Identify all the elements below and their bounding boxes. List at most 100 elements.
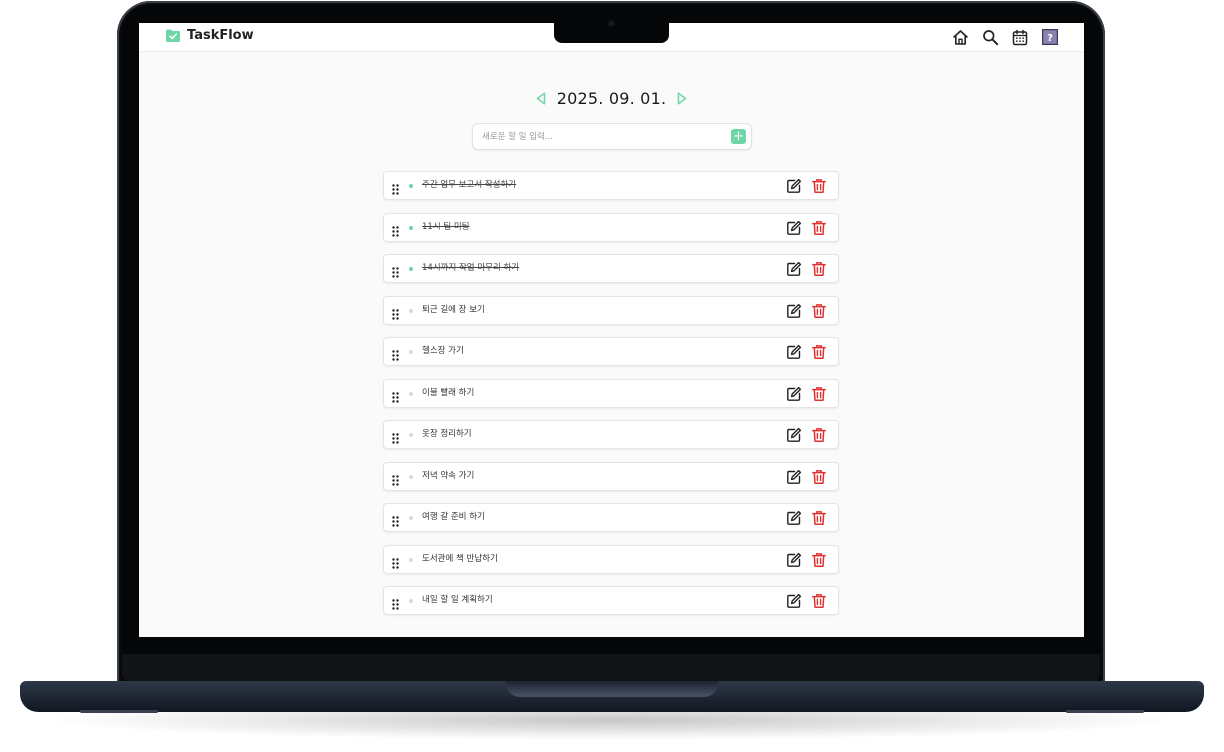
edit-button[interactable]: [786, 593, 802, 609]
delete-button[interactable]: [811, 344, 827, 360]
drag-handle-icon[interactable]: [392, 346, 399, 361]
task-text: 내일 할 일 계획하기: [422, 595, 493, 605]
task-item[interactable]: 11시 팀 미팅: [383, 212, 839, 242]
task-text: 저녁 약속 가기: [422, 470, 475, 481]
calendar-button[interactable]: [1010, 27, 1030, 47]
next-day-button[interactable]: [676, 91, 688, 105]
trash-icon: [811, 386, 827, 406]
screen: TaskFlow ? 2025. 09. 01. 새로운 할 일 입력... +…: [139, 23, 1084, 637]
edit-icon: [786, 178, 802, 198]
task-text: 14시까지 작업 마무리 하기: [422, 263, 520, 273]
chevron-left-icon: [536, 91, 546, 105]
edit-button[interactable]: [786, 220, 802, 236]
trash-icon: [811, 469, 827, 489]
drag-handle-icon[interactable]: [392, 471, 399, 486]
status-dot: [409, 474, 413, 479]
delete-button[interactable]: [811, 469, 827, 485]
edit-button[interactable]: [786, 552, 802, 568]
new-task-form: +: [472, 123, 752, 150]
task-list: 주간 업무 보고서 작성하기 11시 팀 미팅 14시까지 작업 마무리 하기퇴근 …: [383, 171, 839, 628]
drag-handle-icon[interactable]: [392, 263, 399, 278]
status-dot: [409, 184, 413, 188]
edit-icon: [786, 510, 802, 530]
delete-button[interactable]: [811, 303, 827, 319]
edit-icon: [786, 220, 802, 240]
drag-handle-icon[interactable]: [392, 305, 399, 320]
laptop-bezel-bottom: [122, 654, 1100, 682]
task-item[interactable]: 헬스장 가기: [383, 337, 839, 366]
task-item[interactable]: 도서관에 책 반납하기: [383, 544, 839, 574]
task-text: 이불 빨래 하기: [422, 387, 475, 398]
status-dot: [409, 557, 413, 562]
status-dot: [409, 308, 413, 313]
delete-button[interactable]: [811, 593, 827, 609]
camera: [608, 20, 615, 27]
edit-button[interactable]: [786, 510, 802, 526]
laptop-foot-right: [1066, 710, 1144, 713]
task-item[interactable]: 주간 업무 보고서 작성하기: [383, 171, 839, 200]
delete-button[interactable]: [811, 178, 827, 194]
task-item[interactable]: 내일 할 일 계획하기: [383, 586, 839, 615]
prev-day-button[interactable]: [535, 91, 547, 105]
delete-button[interactable]: [811, 261, 827, 277]
trash-icon: [811, 220, 827, 240]
trash-icon: [811, 262, 827, 281]
edit-icon: [786, 593, 802, 613]
folder-check-icon: [166, 29, 180, 42]
current-date: 2025. 09. 01.: [556, 88, 667, 108]
status-dot: [409, 433, 413, 437]
date-navigator: 2025. 09. 01.: [139, 87, 1084, 109]
task-item[interactable]: 14시까지 작업 마무리 하기: [383, 254, 839, 283]
trash-icon: [811, 552, 827, 572]
laptop-hinge: [506, 681, 718, 697]
delete-button[interactable]: [811, 510, 827, 526]
home-button[interactable]: [950, 27, 970, 47]
task-item[interactable]: 퇴근 길에 장 보기: [383, 295, 839, 325]
top-nav: ?: [950, 27, 1060, 47]
task-text: 도서관에 책 반납하기: [422, 553, 498, 564]
delete-button[interactable]: [811, 386, 827, 402]
laptop-foot-left: [80, 710, 158, 713]
edit-button[interactable]: [786, 386, 802, 402]
drag-handle-icon[interactable]: [392, 554, 399, 569]
delete-button[interactable]: [811, 220, 827, 236]
brand[interactable]: TaskFlow: [165, 28, 254, 43]
task-text: 퇴근 길에 장 보기: [422, 304, 485, 315]
task-item[interactable]: 여행 갈 준비 하기: [383, 503, 839, 532]
home-icon: [952, 29, 968, 45]
edit-button[interactable]: [786, 427, 802, 443]
app-name: TaskFlow: [187, 28, 254, 43]
drag-handle-icon[interactable]: [392, 180, 399, 195]
trash-icon: [811, 511, 827, 530]
status-dot: [409, 225, 413, 230]
drag-handle-icon[interactable]: [392, 222, 399, 237]
edit-button[interactable]: [786, 469, 802, 485]
status-dot: [409, 516, 413, 520]
calendar-icon: [1012, 29, 1028, 45]
edit-button[interactable]: [786, 261, 802, 277]
drag-handle-icon[interactable]: [392, 512, 399, 527]
trash-icon: [811, 428, 827, 447]
task-item[interactable]: 옷장 정리하기: [383, 420, 839, 449]
edit-icon: [786, 469, 802, 489]
new-task-input[interactable]: [473, 124, 722, 149]
add-task-button[interactable]: +: [731, 129, 746, 144]
drag-handle-icon[interactable]: [392, 595, 399, 610]
task-text: 헬스장 가기: [422, 346, 464, 356]
drag-handle-icon[interactable]: [392, 388, 399, 403]
edit-button[interactable]: [786, 344, 802, 360]
search-button[interactable]: [980, 27, 1000, 47]
help-button[interactable]: ?: [1040, 27, 1060, 47]
edit-icon: [786, 386, 802, 406]
task-item[interactable]: 저녁 약속 가기: [383, 461, 839, 491]
task-item[interactable]: 이불 빨래 하기: [383, 378, 839, 408]
status-dot: [409, 350, 413, 354]
edit-button[interactable]: [786, 178, 802, 194]
trash-icon: [811, 303, 827, 323]
delete-button[interactable]: [811, 427, 827, 443]
delete-button[interactable]: [811, 552, 827, 568]
edit-button[interactable]: [786, 303, 802, 319]
drag-handle-icon[interactable]: [392, 429, 399, 444]
search-icon: [982, 29, 998, 45]
chevron-right-icon: [677, 91, 687, 105]
